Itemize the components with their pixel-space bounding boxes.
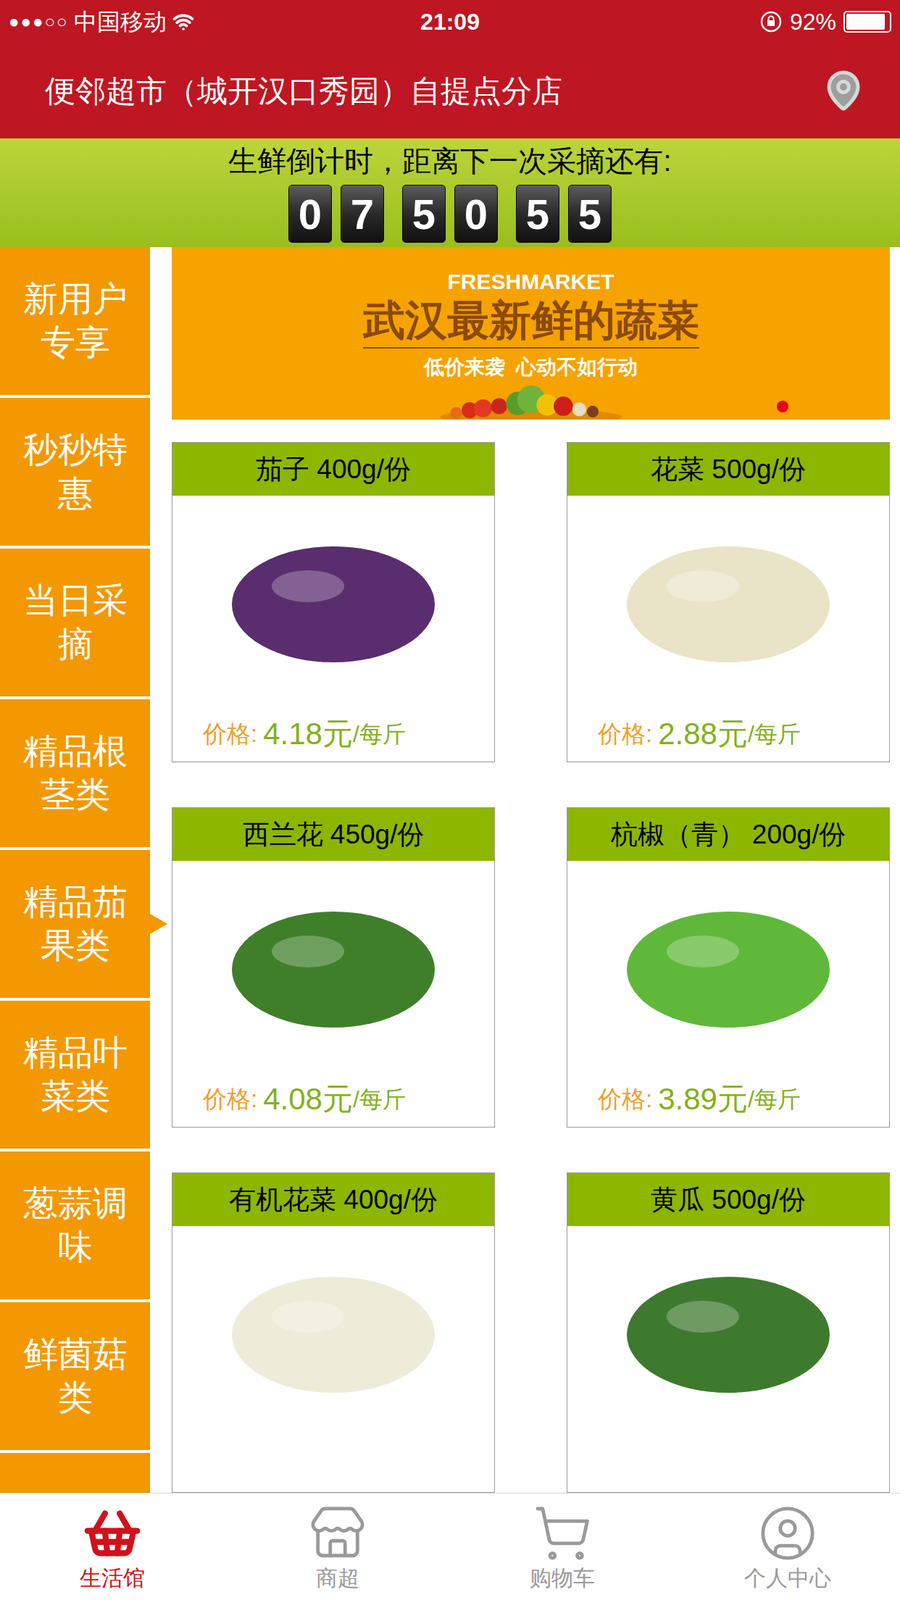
tab-icon	[532, 1503, 593, 1564]
banner-pagination	[776, 400, 789, 413]
product-content: FRESHMARKET武汉最新鲜的蔬菜低价来袭 心动不如行动茄子 400g/份价…	[171, 247, 900, 1493]
product-card[interactable]: 花菜 500g/份价格:2.88元/每斤	[566, 442, 890, 763]
product-photo	[172, 495, 495, 706]
tab-item[interactable]: 购物车	[450, 1493, 676, 1600]
sidebar-item[interactable]: 葱蒜调味	[0, 1151, 150, 1300]
store-header[interactable]: 便邻超市（城开汉口秀园）自提点分店	[0, 42, 900, 139]
main-body: 新用户专享秒秒特惠当日采摘精品根茎类精品茄果类精品叶菜类葱蒜调味鲜菌菇类FRES…	[0, 247, 900, 1493]
sidebar-item-partial[interactable]	[0, 1452, 150, 1493]
countdown-digit: 0	[454, 184, 498, 243]
sidebar-item[interactable]: 鲜菌菇类	[0, 1302, 150, 1450]
tab-bar: 生活馆商超购物车个人中心	[0, 1492, 900, 1600]
product-name: 花菜 500g/份	[567, 442, 890, 496]
page-dot[interactable]	[776, 400, 789, 413]
countdown-digits: 075055	[288, 184, 612, 243]
status-bar: ●●●○○中国移动 21:09 92%	[0, 0, 900, 43]
product-name: 有机花菜 400g/份	[172, 1173, 495, 1227]
battery-percent: 92%	[789, 4, 837, 40]
product-price: 价格:2.88元/每斤	[567, 705, 890, 762]
product-card[interactable]: 西兰花 450g/份价格:4.08元/每斤	[171, 807, 495, 1128]
sidebar-item[interactable]: 精品茄果类	[0, 850, 150, 998]
countdown-digit: 5	[515, 184, 560, 243]
product-photo	[567, 495, 890, 706]
countdown-label: 生鲜倒计时，距离下一次采摘还有:	[228, 144, 672, 178]
sidebar-item[interactable]: 秒秒特惠	[0, 397, 150, 546]
category-sidebar: 新用户专享秒秒特惠当日采摘精品根茎类精品茄果类精品叶菜类葱蒜调味鲜菌菇类	[0, 247, 172, 1493]
sidebar-item[interactable]: 当日采摘	[0, 548, 150, 697]
product-card[interactable]: 杭椒（青） 200g/份价格:3.89元/每斤	[566, 807, 890, 1128]
app-screen: ●●●○○中国移动 21:09 92% 便邻超市（城开汉口秀园）自提点分店生鲜倒计时，…	[0, 0, 900, 1600]
clock: 21:09	[420, 4, 480, 40]
tab-icon	[82, 1503, 143, 1564]
sidebar-item[interactable]: 精品叶菜类	[0, 1000, 150, 1149]
product-card[interactable]: 黄瓜 500g/份	[566, 1172, 890, 1493]
product-name: 茄子 400g/份	[172, 442, 495, 496]
countdown-banner: 生鲜倒计时，距离下一次采摘还有:075055	[0, 138, 900, 248]
tab-item[interactable]: 生活馆	[0, 1493, 226, 1600]
product-photo	[567, 860, 890, 1072]
product-price: 价格:4.18元/每斤	[172, 705, 495, 762]
countdown-digit: 5	[402, 184, 446, 243]
tab-icon	[307, 1503, 368, 1564]
countdown-digit: 5	[568, 184, 612, 243]
selected-arrow	[150, 913, 168, 935]
product-photo	[567, 1226, 890, 1437]
product-photo	[172, 860, 495, 1072]
battery-icon	[843, 10, 892, 33]
product-name: 杭椒（青） 200g/份	[567, 807, 890, 861]
vegetables-photo	[277, 384, 785, 420]
product-grid: 茄子 400g/份价格:4.18元/每斤花菜 500g/份价格:2.88元/每斤…	[171, 442, 890, 1493]
product-name: 西兰花 450g/份	[172, 807, 495, 861]
banner-title: 武汉最新鲜的蔬菜	[363, 294, 700, 349]
countdown-digit: 0	[288, 184, 332, 243]
product-photo	[172, 1226, 495, 1437]
wifi-icon	[172, 10, 195, 33]
product-price: 价格:3.89元/每斤	[567, 1071, 890, 1127]
rotation-lock-icon	[759, 10, 783, 34]
product-name: 黄瓜 500g/份	[567, 1173, 890, 1227]
location-pin-icon[interactable]	[821, 68, 866, 113]
product-card[interactable]: 有机花菜 400g/份	[171, 1172, 495, 1493]
tab-item[interactable]: 商超	[225, 1493, 451, 1600]
promo-banner[interactable]: FRESHMARKET武汉最新鲜的蔬菜低价来袭 心动不如行动	[171, 247, 890, 420]
product-card[interactable]: 茄子 400g/份价格:4.18元/每斤	[171, 442, 495, 763]
store-name[interactable]: 便邻超市（城开汉口秀园）自提点分店	[44, 68, 822, 114]
tab-icon	[757, 1503, 818, 1564]
sidebar-item[interactable]: 精品根茎类	[0, 699, 150, 848]
banner-eyebrow: FRESHMARKET	[447, 268, 615, 295]
banner-subtitle: 低价来袭 心动不如行动	[423, 352, 639, 382]
tab-item[interactable]: 个人中心	[675, 1493, 900, 1600]
carrier: 中国移动	[73, 4, 167, 40]
product-price: 价格:4.08元/每斤	[172, 1071, 495, 1127]
countdown-digit: 7	[340, 184, 385, 243]
signal-strength: ●●●○○	[8, 8, 69, 35]
sidebar-item[interactable]: 新用户专享	[0, 247, 150, 395]
